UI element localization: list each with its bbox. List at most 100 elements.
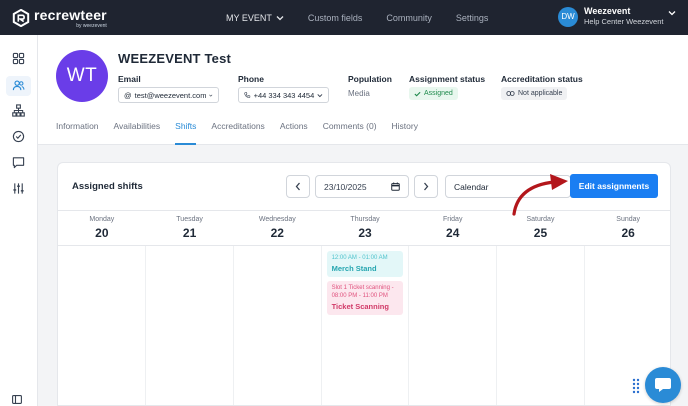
day-number: 25 bbox=[533, 226, 548, 240]
date-value: 23/10/2025 bbox=[324, 181, 367, 192]
accreditation-status-label: Accreditation status bbox=[501, 74, 583, 84]
profile-name: WEEZEVENT Test bbox=[118, 51, 232, 66]
day-header: Friday 24 bbox=[409, 211, 497, 245]
profile-tabs: Information Availabilities Shifts Accred… bbox=[56, 121, 433, 145]
user-avatar: DW bbox=[558, 6, 578, 27]
logo-icon bbox=[12, 9, 30, 27]
tab-availabilities[interactable]: Availabilities bbox=[114, 121, 161, 145]
user-menu[interactable]: DW Weezevent Help Center Weezevent bbox=[558, 6, 676, 27]
chevron-left-icon bbox=[295, 182, 300, 191]
day-name: Friday bbox=[443, 216, 463, 223]
annotation-arrow-icon bbox=[512, 174, 568, 216]
day-header: Saturday 25 bbox=[497, 211, 585, 245]
calendar-icon bbox=[391, 182, 400, 191]
day-header: Tuesday 21 bbox=[146, 211, 234, 245]
day-column[interactable] bbox=[409, 246, 498, 405]
chevron-down-icon bbox=[317, 93, 323, 97]
edit-assignments-button[interactable]: Edit assignments bbox=[570, 174, 658, 198]
drag-handle-icon[interactable] bbox=[632, 378, 640, 394]
user-org: Help Center Weezevent bbox=[584, 17, 664, 26]
day-header: Sunday 26 bbox=[584, 211, 670, 245]
accreditation-status-value: Not applicable bbox=[518, 90, 563, 97]
population-label: Population bbox=[348, 74, 392, 84]
chevron-down-icon bbox=[668, 11, 676, 16]
check-circle-icon[interactable] bbox=[12, 130, 25, 143]
chat-bubble-icon bbox=[655, 378, 671, 392]
day-column[interactable] bbox=[497, 246, 586, 405]
nav-custom-fields[interactable]: Custom fields bbox=[308, 13, 363, 23]
org-chart-icon[interactable] bbox=[12, 104, 25, 117]
population-value: Media bbox=[348, 89, 370, 98]
email-label: Email bbox=[118, 74, 141, 84]
day-name: Saturday bbox=[526, 216, 555, 223]
sliders-icon[interactable] bbox=[12, 182, 25, 195]
day-number: 20 bbox=[95, 226, 109, 240]
day-number: 24 bbox=[446, 226, 460, 240]
chevron-right-icon bbox=[424, 182, 429, 191]
email-select[interactable]: @ test@weezevent.com bbox=[118, 87, 219, 103]
shift-title: Ticket Scanning bbox=[331, 302, 389, 311]
tab-history[interactable]: History bbox=[392, 121, 418, 145]
message-icon[interactable] bbox=[12, 156, 25, 169]
tab-accreditations[interactable]: Accreditations bbox=[211, 121, 264, 145]
top-navigation-bar: recrewteer by weezevent MY EVENT Custom … bbox=[0, 0, 688, 35]
nav-my-event-label: MY EVENT bbox=[226, 12, 272, 23]
assigned-shifts-card: Assigned shifts 23/10/2025 Calendar Edit… bbox=[57, 162, 671, 406]
dashboard-icon[interactable] bbox=[12, 52, 25, 65]
next-week-button[interactable] bbox=[414, 175, 438, 198]
day-header: Wednesday 22 bbox=[233, 211, 321, 245]
shift-event[interactable]: Slot 1 Ticket scanning - 08:00 PM - 11:0… bbox=[326, 281, 404, 315]
shift-time: Slot 1 Ticket scanning - 08:00 PM - 11:0… bbox=[331, 285, 394, 299]
day-name: Monday bbox=[89, 216, 115, 223]
day-column[interactable] bbox=[234, 246, 322, 405]
main-content: WT WEEZEVENT Test Email @ test@weezevent… bbox=[38, 35, 688, 406]
week-days-header: Monday 20 Tuesday 21 Wednesday 22 Thursday 2… bbox=[58, 210, 670, 246]
phone-icon bbox=[244, 92, 251, 98]
chevron-down-icon bbox=[276, 15, 284, 20]
app-logo[interactable]: recrewteer by weezevent bbox=[12, 7, 107, 29]
logo-text: recrewteer bbox=[34, 7, 107, 23]
sidebar-toggle-icon[interactable] bbox=[12, 395, 22, 404]
day-header: Monday 20 bbox=[58, 211, 146, 245]
tab-actions[interactable]: Actions bbox=[280, 121, 308, 145]
nav-settings[interactable]: Settings bbox=[456, 13, 489, 23]
day-number: 21 bbox=[182, 226, 197, 240]
calendar-grid: 12:00 AM - 01:00 AM Merch Stand Slot 1 T… bbox=[58, 246, 670, 405]
tab-shifts[interactable]: Shifts bbox=[175, 121, 197, 145]
day-name: Tuesday bbox=[176, 216, 203, 223]
phone-value: +44 334 343 4454 bbox=[253, 90, 315, 100]
assignment-status-value: Assigned bbox=[424, 90, 453, 97]
chevron-down-icon bbox=[209, 94, 213, 97]
phone-select[interactable]: +44 334 343 4454 bbox=[238, 87, 329, 103]
users-icon[interactable] bbox=[12, 79, 25, 92]
shift-event[interactable]: 12:00 AM - 01:00 AM Merch Stand bbox=[326, 251, 404, 277]
day-name: Thursday bbox=[350, 216, 380, 223]
phone-label: Phone bbox=[238, 74, 264, 84]
nav-community[interactable]: Community bbox=[386, 13, 432, 23]
shift-time: 12:00 AM - 01:00 AM bbox=[331, 255, 388, 261]
day-header: Thursday 23 bbox=[321, 211, 409, 245]
view-value: Calendar bbox=[454, 181, 489, 192]
check-icon bbox=[414, 91, 421, 97]
day-number: 22 bbox=[270, 226, 284, 240]
date-input[interactable]: 23/10/2025 bbox=[315, 175, 409, 198]
day-name: Wednesday bbox=[258, 216, 296, 223]
day-column[interactable] bbox=[58, 246, 146, 405]
link-icon bbox=[506, 91, 515, 96]
chat-support-button[interactable] bbox=[645, 367, 681, 403]
accreditation-status-badge: Not applicable bbox=[501, 87, 568, 100]
tab-information[interactable]: Information bbox=[56, 121, 99, 145]
day-column[interactable] bbox=[146, 246, 234, 405]
tab-comments[interactable]: Comments (0) bbox=[323, 121, 377, 145]
profile-avatar: WT bbox=[56, 50, 108, 102]
nav-my-event[interactable]: MY EVENT bbox=[226, 13, 284, 23]
profile-header: WT WEEZEVENT Test Email @ test@weezevent… bbox=[38, 35, 688, 145]
day-column-thursday[interactable]: 12:00 AM - 01:00 AM Merch Stand Slot 1 T… bbox=[322, 246, 410, 405]
email-value: test@weezevent.com bbox=[134, 90, 207, 100]
previous-week-button[interactable] bbox=[286, 175, 310, 198]
card-title: Assigned shifts bbox=[72, 181, 143, 192]
at-icon: @ bbox=[124, 90, 132, 100]
user-name: Weezevent bbox=[584, 6, 631, 16]
day-name: Sunday bbox=[616, 216, 641, 223]
sidebar bbox=[0, 35, 38, 406]
